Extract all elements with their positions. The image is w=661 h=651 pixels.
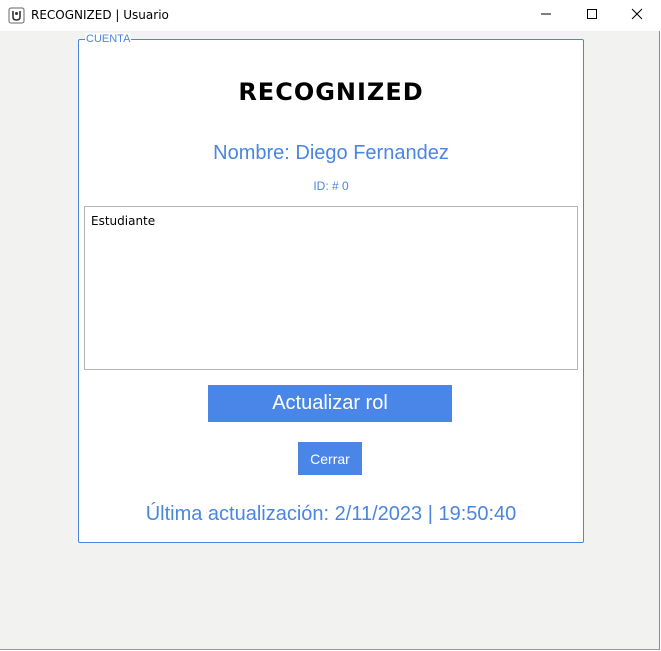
update-role-button[interactable]: Actualizar rol [208,385,452,422]
close-button[interactable]: Cerrar [298,442,362,475]
last-update-label: Última actualización: 2/11/2023 | 19:50:… [145,503,517,525]
maximize-button[interactable] [569,0,615,31]
role-text: Estudiante [91,214,156,228]
title-bar[interactable]: RECOGNIZED | Usuario [0,0,660,31]
close-window-button[interactable] [614,0,660,31]
user-name-label: Nombre: Diego Fernandez [213,142,449,164]
app-logo-icon [8,7,25,24]
maximize-icon [586,7,598,25]
account-panel: CUENTA RECOGNIZED Nombre: Diego Fernande… [78,33,584,543]
close-icon [631,7,643,25]
minimize-button[interactable] [523,0,569,31]
window-title: RECOGNIZED | Usuario [31,8,169,22]
user-id-label: ID: # 0 [313,179,349,193]
app-title: RECOGNIZED [238,78,424,106]
app-window: RECOGNIZED | Usuario CUENTA RECOGNIZED N… [0,0,660,650]
panel-legend: CUENTA [85,33,132,45]
minimize-icon [540,7,552,25]
role-text-area[interactable]: Estudiante [84,206,578,370]
